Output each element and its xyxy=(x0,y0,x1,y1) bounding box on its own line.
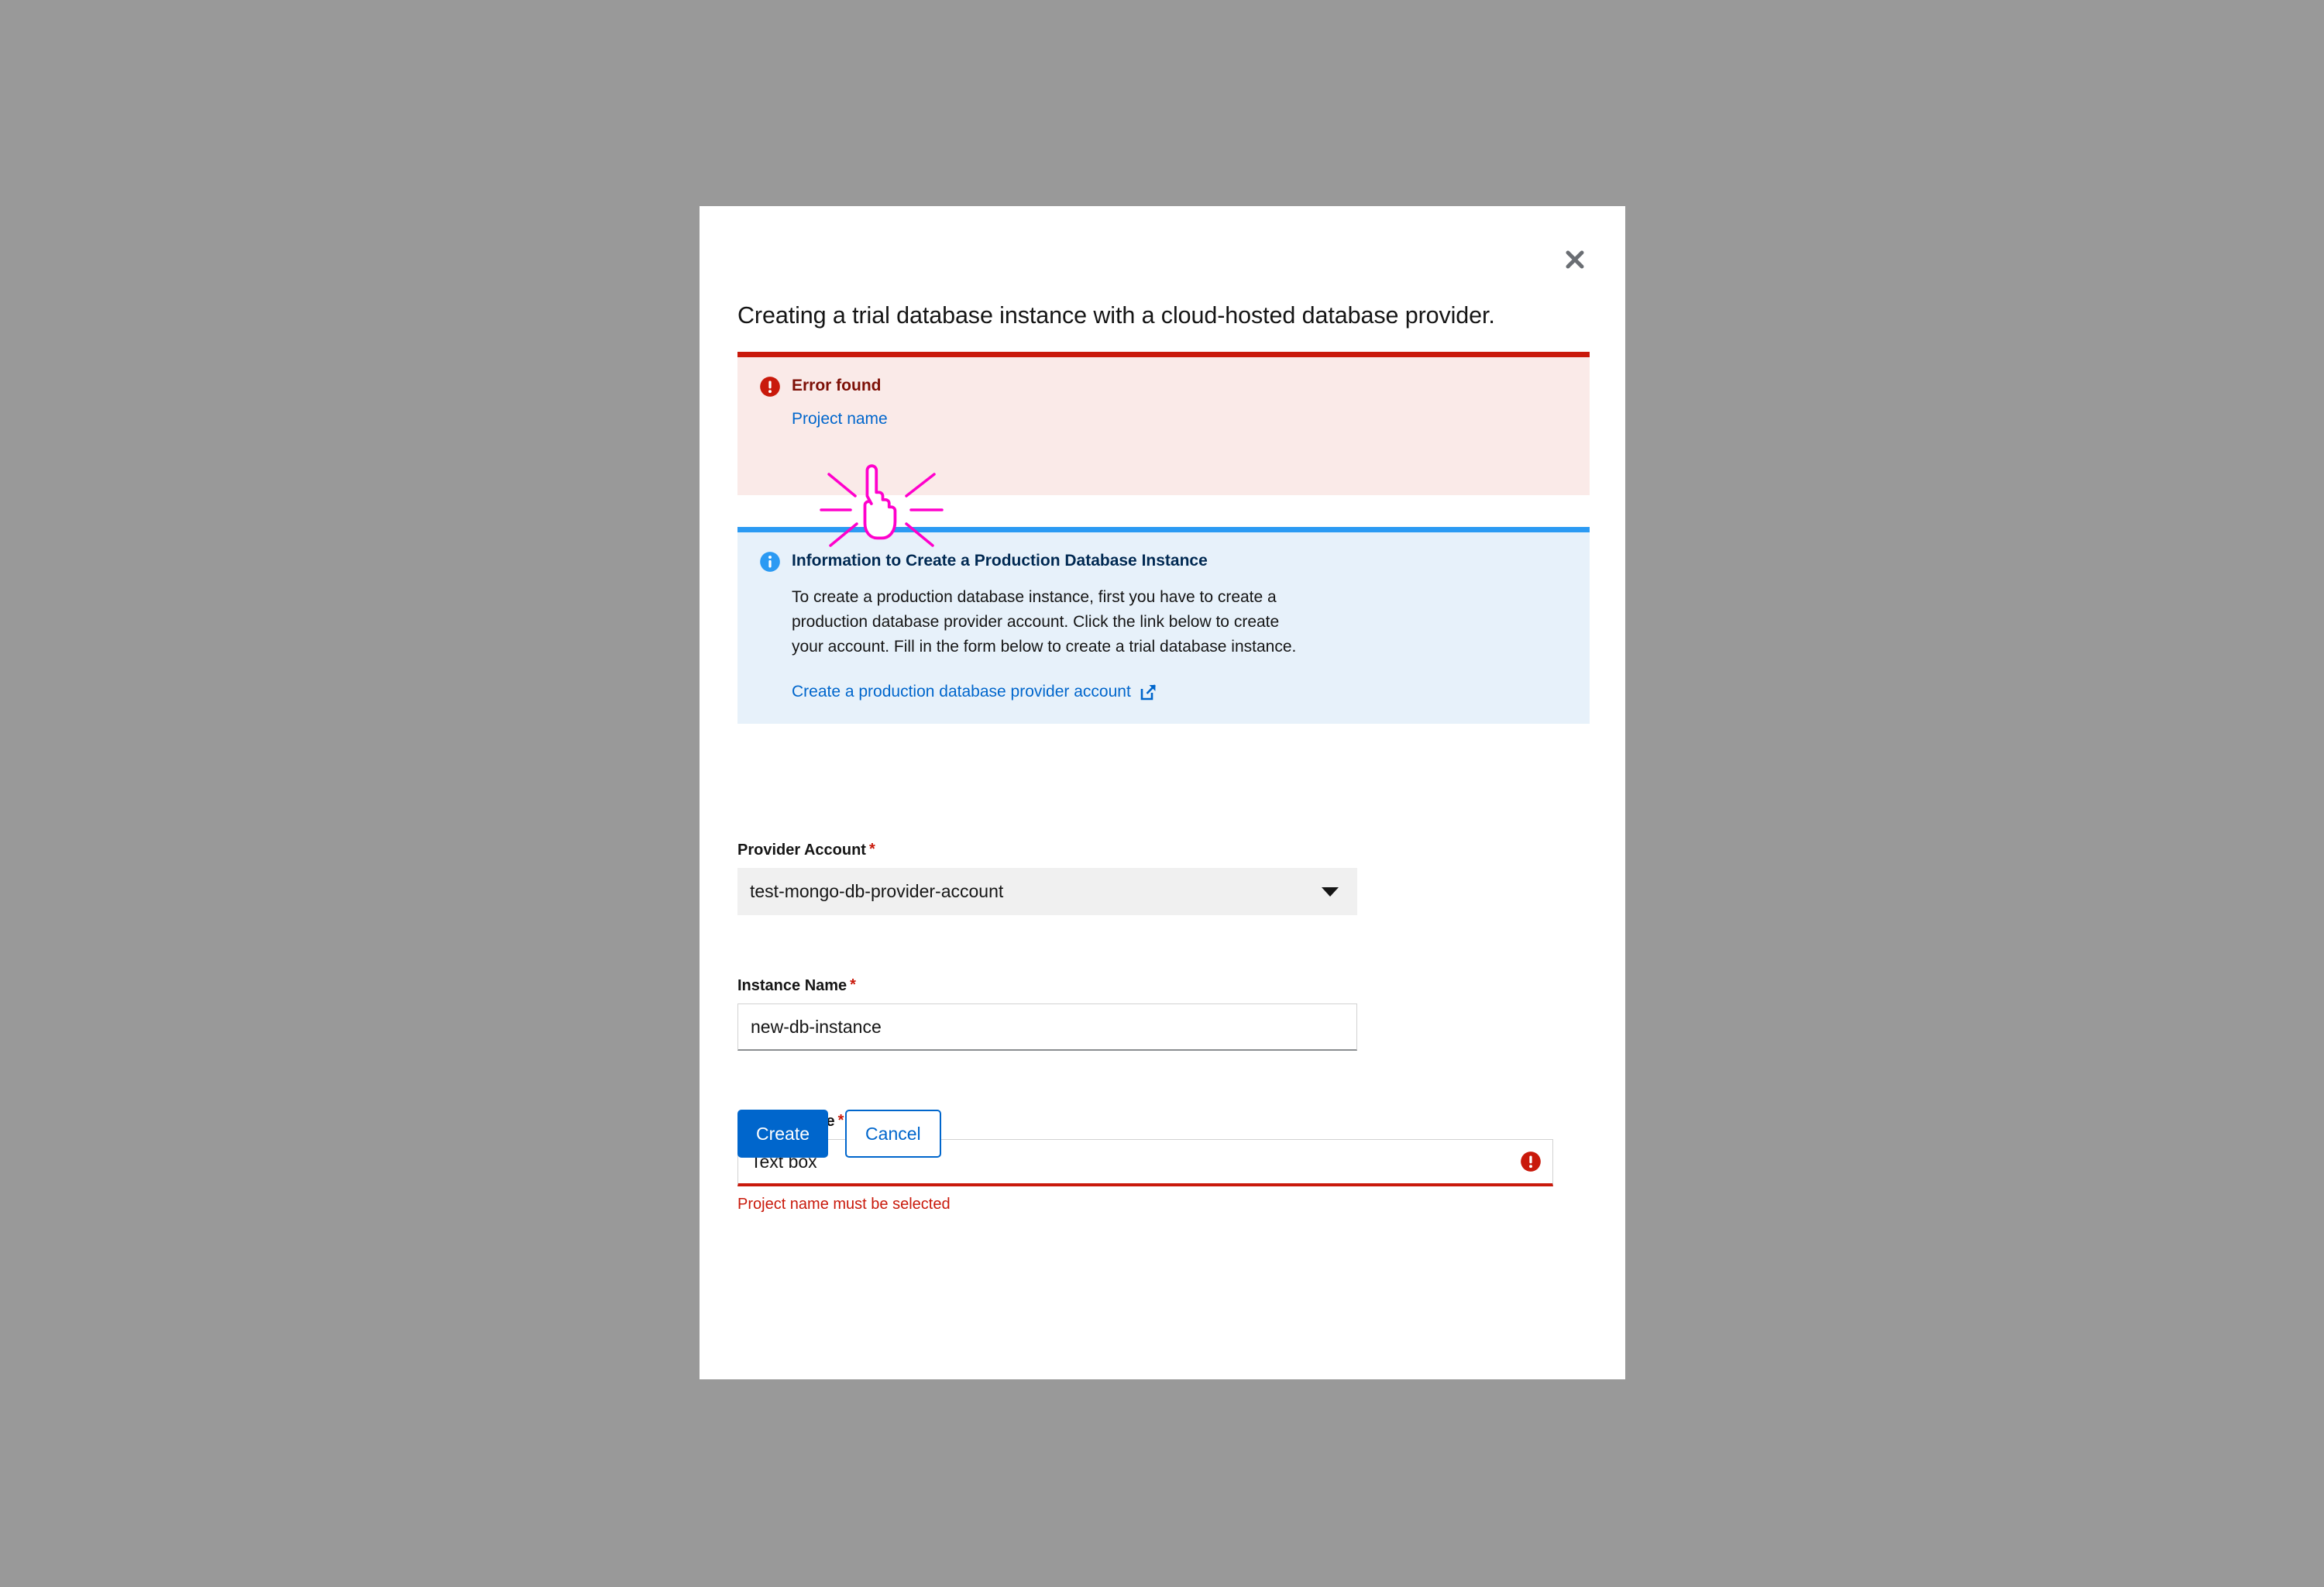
info-alert-accent-bar xyxy=(737,527,1590,532)
error-alert-project-name-link[interactable]: Project name xyxy=(792,410,888,429)
modal-footer-actions: Create Cancel xyxy=(737,1110,941,1158)
close-icon-glyph xyxy=(1566,250,1584,269)
info-alert-title: Information to Create a Production Datab… xyxy=(792,552,1208,570)
info-alert: Information to Create a Production Datab… xyxy=(737,527,1590,724)
create-database-instance-modal: Creating a trial database instance with … xyxy=(700,206,1625,1379)
chevron-down-icon xyxy=(1322,886,1339,897)
create-provider-account-link[interactable]: Create a production database provider ac… xyxy=(792,683,1131,701)
error-alert: Error found Project name xyxy=(737,352,1590,495)
cancel-button[interactable]: Cancel xyxy=(845,1110,941,1158)
instance-name-value: new-db-instance xyxy=(751,1016,882,1037)
required-marker: * xyxy=(850,976,856,993)
create-button[interactable]: Create xyxy=(737,1110,829,1158)
error-alert-title: Error found xyxy=(792,377,882,394)
provider-account-label: Provider Account * xyxy=(737,841,1357,859)
exclamation-circle-icon xyxy=(1521,1152,1541,1172)
instance-name-field: Instance Name * new-db-instance xyxy=(737,976,1357,1051)
required-marker: * xyxy=(868,841,875,858)
external-link-icon[interactable] xyxy=(1139,683,1157,701)
provider-account-field: Provider Account * test-mongo-db-provider… xyxy=(737,841,1357,915)
error-alert-accent-bar xyxy=(737,352,1590,357)
provider-account-label-text: Provider Account xyxy=(737,842,866,859)
project-name-error-message: Project name must be selected xyxy=(737,1196,951,1213)
provider-account-select[interactable]: test-mongo-db-provider-account xyxy=(737,868,1357,915)
info-circle-icon xyxy=(760,552,780,572)
instance-name-label-text: Instance Name xyxy=(737,977,847,994)
instance-name-label: Instance Name * xyxy=(737,976,1357,995)
page-title: Creating a trial database instance with … xyxy=(737,302,1495,329)
info-alert-body-text: To create a production database instance… xyxy=(792,588,1297,656)
close-icon[interactable] xyxy=(1557,242,1593,277)
provider-account-value: test-mongo-db-provider-account xyxy=(750,881,1004,901)
instance-name-input[interactable]: new-db-instance xyxy=(737,1003,1357,1051)
exclamation-circle-icon xyxy=(760,377,780,397)
